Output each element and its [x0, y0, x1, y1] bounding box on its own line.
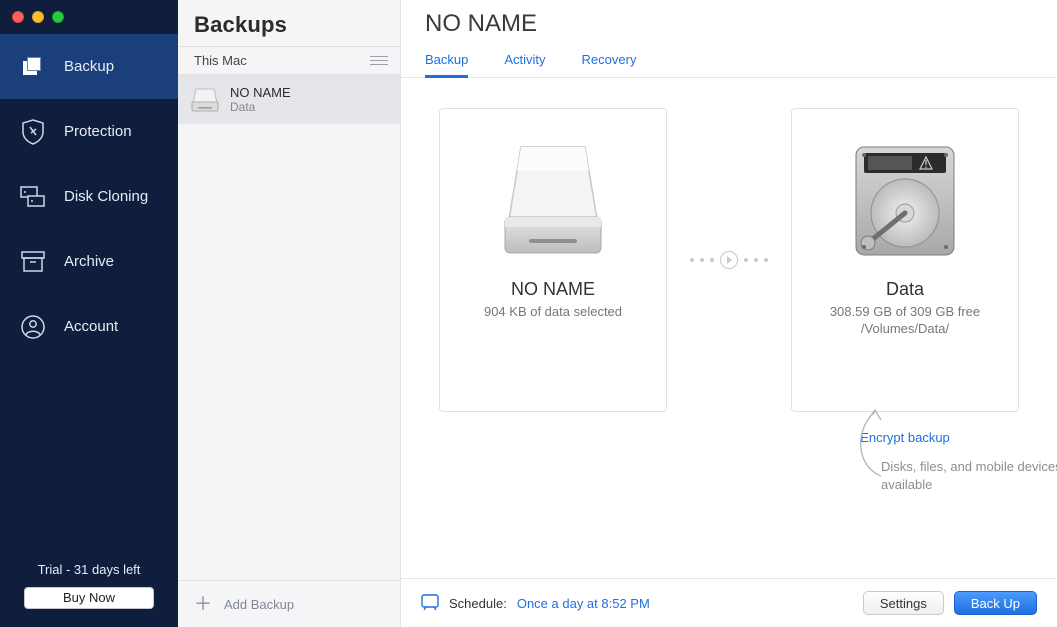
sidebar-footer: Trial - 31 days left Buy Now: [0, 548, 178, 627]
backup-icon: [20, 54, 46, 80]
tab-bar: Backup Activity Recovery: [401, 38, 1057, 78]
sidebar-item-label: Account: [64, 318, 118, 335]
sidebar-item-label: Protection: [64, 123, 132, 140]
zoom-window-button[interactable]: [52, 11, 64, 23]
source-sub: 904 KB of data selected: [440, 304, 666, 319]
backup-list-panel: Backups This Mac NO NAME Data ＋ Add Back…: [178, 0, 401, 627]
external-drive-icon: [190, 87, 220, 113]
add-backup-button[interactable]: ＋ Add Backup: [178, 580, 400, 627]
backup-list-item-subtitle: Data: [230, 100, 291, 114]
plus-icon: ＋: [194, 595, 212, 613]
backup-list-item-title: NO NAME: [230, 85, 291, 100]
add-backup-label: Add Backup: [224, 597, 294, 612]
arrow-right-icon: [720, 251, 738, 269]
panel-title: Backups: [178, 0, 400, 46]
tab-recovery[interactable]: Recovery: [582, 46, 637, 77]
archive-icon: [20, 249, 46, 275]
sidebar: Backup Protection Disk Cloning Archive A: [0, 0, 178, 627]
main-panel: NO NAME Backup Activity Recovery: [401, 0, 1057, 627]
minimize-window-button[interactable]: [32, 11, 44, 23]
backup-list-header: This Mac: [178, 46, 400, 75]
sidebar-item-label: Backup: [64, 58, 114, 75]
backup-destination-card[interactable]: Data 308.59 GB of 309 GB free /Volumes/D…: [791, 108, 1019, 412]
shield-icon: [20, 119, 46, 145]
backup-list-header-label: This Mac: [194, 53, 247, 68]
sidebar-item-backup[interactable]: Backup: [0, 34, 178, 99]
sidebar-item-protection[interactable]: Protection: [0, 99, 178, 164]
sidebar-item-account[interactable]: Account: [0, 294, 178, 359]
window-controls: [0, 0, 178, 34]
sidebar-item-label: Archive: [64, 253, 114, 270]
sidebar-item-label: Disk Cloning: [64, 188, 148, 205]
encrypt-backup-link[interactable]: Encrypt backup: [791, 430, 1019, 445]
hint-text: Disks, files, and mobile devices are als…: [881, 458, 1057, 493]
list-menu-button[interactable]: [370, 56, 388, 65]
schedule-value[interactable]: Once a day at 8:52 PM: [517, 596, 650, 611]
hint-arrow-icon: [851, 408, 891, 478]
internal-drive-icon: [850, 141, 960, 261]
dest-path: /Volumes/Data/: [792, 321, 1018, 336]
tab-backup[interactable]: Backup: [425, 46, 468, 77]
footer-bar: Schedule: Once a day at 8:52 PM Settings…: [401, 578, 1057, 627]
backup-source-card[interactable]: NO NAME 904 KB of data selected: [439, 108, 667, 412]
account-icon: [20, 314, 46, 340]
buy-now-button[interactable]: Buy Now: [24, 587, 154, 609]
backup-list-item-text: NO NAME Data: [230, 85, 291, 114]
settings-button[interactable]: Settings: [863, 591, 944, 615]
page-title: NO NAME: [425, 10, 1033, 38]
backup-list-item[interactable]: NO NAME Data: [178, 75, 400, 124]
sidebar-item-archive[interactable]: Archive: [0, 229, 178, 294]
schedule-label: Schedule:: [449, 596, 507, 611]
schedule-icon: [421, 594, 439, 613]
dest-name: Data: [792, 279, 1018, 300]
back-up-button[interactable]: Back Up: [954, 591, 1037, 615]
dest-sub: 308.59 GB of 309 GB free: [792, 304, 1018, 319]
sidebar-item-disk-cloning[interactable]: Disk Cloning: [0, 164, 178, 229]
trial-status: Trial - 31 days left: [0, 562, 178, 577]
transfer-indicator: [667, 108, 791, 412]
external-drive-icon: [499, 141, 607, 261]
source-name: NO NAME: [440, 279, 666, 300]
close-window-button[interactable]: [12, 11, 24, 23]
tab-activity[interactable]: Activity: [504, 46, 545, 77]
disk-cloning-icon: [20, 184, 46, 210]
